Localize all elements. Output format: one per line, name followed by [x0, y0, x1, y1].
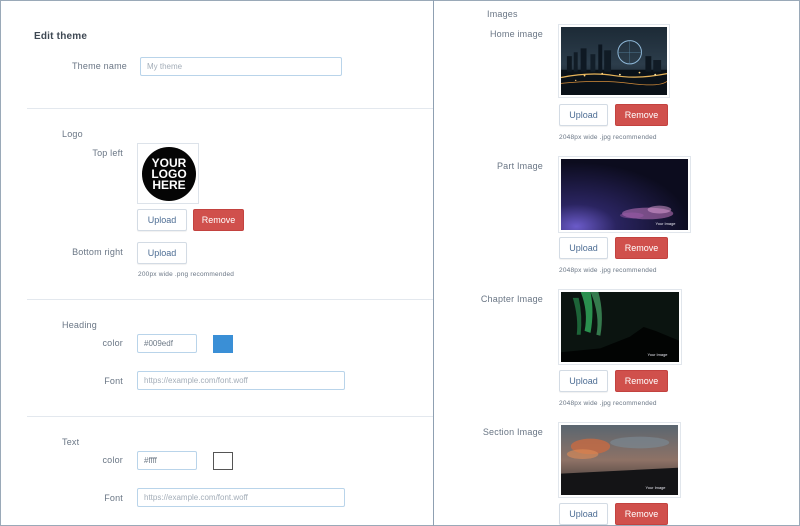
heading-color-swatch[interactable] — [213, 335, 233, 353]
part-image-label: Part Image — [496, 161, 543, 171]
part-image-note: 2048px wide .jpg recommended — [559, 267, 657, 274]
text-color-input[interactable] — [137, 451, 197, 470]
aurora-image: Your Image — [561, 292, 679, 362]
logo-text-line: HERE — [152, 177, 186, 192]
section-image-caption: Your Image — [646, 485, 666, 490]
section-image-label: Section Image — [482, 427, 543, 437]
top-left-label: Top left — [92, 148, 123, 158]
home-image-note: 2048px wide .jpg recommended — [559, 134, 657, 141]
part-image-upload-button[interactable]: Upload — [559, 237, 608, 259]
images-section-label: Images — [487, 9, 518, 19]
section-image-upload-button[interactable]: Upload — [559, 503, 608, 525]
home-image-preview — [558, 24, 670, 98]
chapter-image-caption: Your Image — [648, 352, 668, 357]
heading-font-label: Font — [104, 376, 123, 386]
city-night-image — [561, 27, 667, 95]
heading-color-input[interactable] — [137, 334, 197, 353]
theme-name-input[interactable] — [140, 57, 342, 76]
section-image-remove-button[interactable]: Remove — [615, 503, 668, 525]
nebula-image: Your Image — [561, 159, 688, 230]
section-image-preview: Your Image — [558, 422, 681, 498]
divider — [27, 299, 433, 300]
divider — [27, 416, 433, 417]
chapter-image-label: Chapter Image — [480, 294, 543, 304]
edit-theme-panel: Edit theme Theme name Logo Top left YOUR… — [0, 0, 800, 526]
chapter-image-remove-button[interactable]: Remove — [615, 370, 668, 392]
text-font-input[interactable] — [137, 488, 345, 507]
logo-top-left-remove-button[interactable]: Remove — [193, 209, 244, 231]
page-title: Edit theme — [34, 31, 88, 42]
home-image-remove-button[interactable]: Remove — [615, 104, 668, 126]
chapter-image-upload-button[interactable]: Upload — [559, 370, 608, 392]
bottom-right-label: Bottom right — [72, 247, 123, 257]
logo-placeholder-image: YOUR LOGO HERE — [142, 147, 196, 201]
logo-preview: YOUR LOGO HERE — [137, 143, 199, 204]
part-image-preview: Your Image — [558, 156, 691, 233]
logo-section-label: Logo — [62, 129, 83, 139]
sunset-clouds-image: Your Image — [561, 425, 678, 495]
column-divider — [433, 0, 434, 526]
heading-section-label: Heading — [62, 320, 97, 330]
text-color-swatch[interactable] — [213, 452, 233, 470]
home-image-label: Home image — [489, 29, 543, 39]
home-image-upload-button[interactable]: Upload — [559, 104, 608, 126]
text-font-label: Font — [104, 493, 123, 503]
chapter-image-preview: Your Image — [558, 289, 682, 365]
chapter-image-note: 2048px wide .jpg recommended — [559, 400, 657, 407]
text-section-label: Text — [62, 437, 80, 447]
theme-name-label: Theme name — [71, 61, 127, 71]
heading-color-label: color — [102, 338, 123, 348]
part-image-caption: Your Image — [656, 221, 676, 226]
logo-bottom-right-upload-button[interactable]: Upload — [137, 242, 187, 264]
divider — [27, 108, 433, 109]
heading-font-input[interactable] — [137, 371, 345, 390]
part-image-remove-button[interactable]: Remove — [615, 237, 668, 259]
logo-top-left-upload-button[interactable]: Upload — [137, 209, 187, 231]
logo-recommendation-note: 200px wide .png recommended — [138, 271, 235, 278]
text-color-label: color — [102, 455, 123, 465]
